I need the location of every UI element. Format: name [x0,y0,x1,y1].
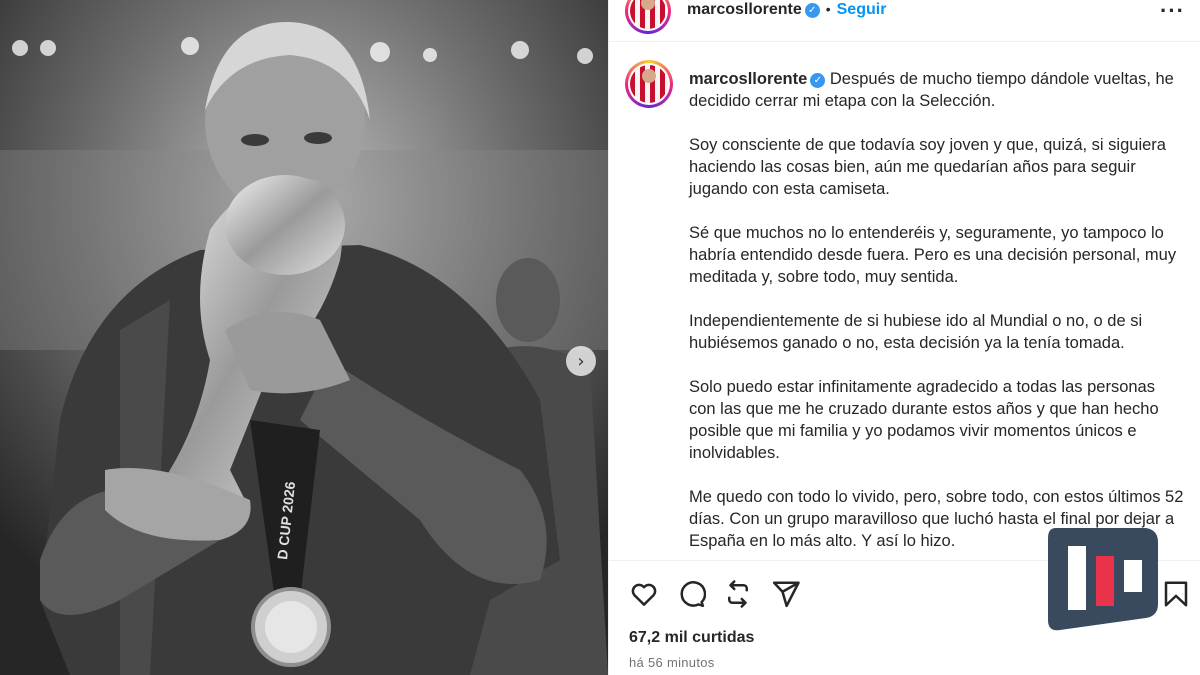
caption-paragraph: Soy consciente de que todavía soy joven … [689,136,1166,198]
caption-paragraph: Sé que muchos no lo entenderéis y, segur… [689,224,1177,286]
more-options-button[interactable]: ··· [1160,0,1185,24]
carousel-next-button[interactable]: › [566,346,596,376]
caption-paragraph: marcosllorente ✓ Después de mucho tiempo … [689,68,1185,112]
header-avatar[interactable] [625,0,671,34]
heart-icon [631,583,657,606]
caption-paragraph: Independientemente de si hubiese ido al … [689,312,1143,352]
post-photo[interactable]: D CUP 2026 › [0,0,608,675]
header-username[interactable]: marcosllorente [687,1,802,18]
separator-dot: • [825,1,831,17]
like-button[interactable] [629,579,659,609]
send-icon [772,581,800,608]
chevron-right-icon: › [577,350,585,372]
save-button[interactable] [1161,579,1191,609]
caption-paragraph: Solo puedo estar infinitamente agradecid… [689,378,1159,462]
post-caption: marcosllorente ✓ Después de mucho tiempo … [689,68,1185,574]
post-timestamp[interactable]: há 56 minutos [629,655,715,670]
header-user-line: marcosllorente ✓ • Seguir [687,1,886,19]
watermark-logo [1048,528,1158,631]
caption-avatar[interactable] [625,60,673,108]
caption-username[interactable]: marcosllorente [689,70,807,88]
repost-button[interactable] [723,579,753,609]
follow-button[interactable]: Seguir [837,1,887,18]
repost-icon [728,580,748,608]
send-button[interactable] [771,579,801,609]
post-header: marcosllorente ✓ • Seguir ··· [609,0,1200,42]
verified-badge-icon: ✓ [810,73,826,88]
comment-button[interactable] [676,579,707,609]
verified-badge-icon: ✓ [804,3,820,18]
player-photo-illustration: D CUP 2026 [0,0,608,675]
bookmark-icon [1164,581,1188,607]
comment-icon [680,581,707,608]
likes-count[interactable]: 67,2 mil curtidas [629,629,754,647]
